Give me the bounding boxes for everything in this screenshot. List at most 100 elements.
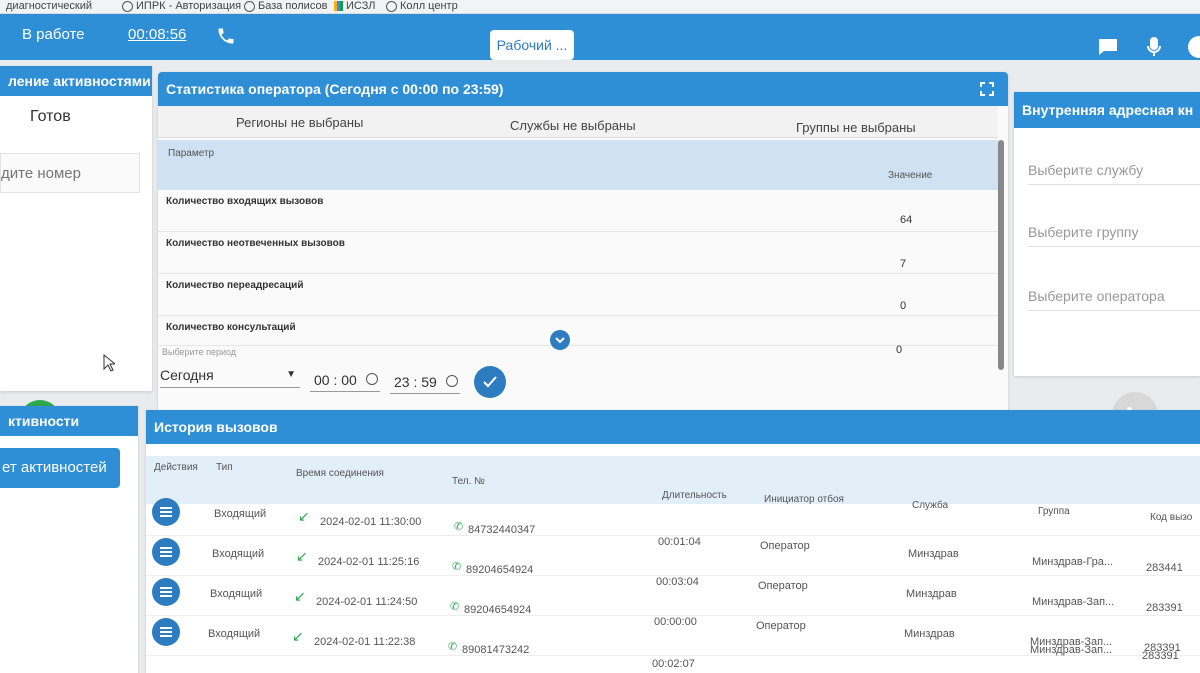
stat-name: Количество неотвеченных вызовов bbox=[166, 238, 345, 249]
address-book-panel: Внутренняя адресная кн Выберите службу В… bbox=[1014, 92, 1200, 376]
status-label[interactable]: В работе bbox=[22, 26, 85, 43]
checkmark-icon bbox=[483, 376, 497, 388]
call-group: Минздрав-Зап... bbox=[1030, 644, 1113, 656]
work-timer: 00:08:56 bbox=[128, 26, 187, 43]
work-mode-button[interactable]: Рабочий ... bbox=[490, 30, 574, 60]
chevron-down-icon[interactable] bbox=[550, 330, 570, 350]
bookmarks-bar: диагностический ИПРК - Авторизация База … bbox=[0, 0, 1200, 14]
bookmark-label: ИСЗЛ bbox=[346, 0, 376, 12]
param-header: Параметр bbox=[168, 148, 215, 159]
call-duration: 00:02:07 bbox=[652, 658, 695, 670]
time-from-field[interactable]: 00 : 00 bbox=[310, 368, 380, 392]
incoming-arrow-icon: ↙ bbox=[294, 588, 306, 604]
operator-stats-panel: Статистика оператора (Сегодня с 00:00 по… bbox=[158, 72, 1008, 442]
no-activities-button[interactable]: ет активностей bbox=[0, 448, 120, 488]
panel-title: ктивности bbox=[0, 406, 138, 436]
phone-number-input[interactable] bbox=[0, 153, 140, 193]
phone-icon[interactable] bbox=[216, 25, 236, 52]
bookmark-item[interactable]: База полисов bbox=[244, 0, 327, 12]
user-avatar-icon[interactable] bbox=[1188, 36, 1200, 58]
row-menu-button[interactable] bbox=[152, 618, 180, 646]
incoming-arrow-icon: ↙ bbox=[298, 508, 310, 524]
time-from-value: 00 : 00 bbox=[314, 372, 357, 388]
column-header: Действия bbox=[154, 462, 198, 473]
bookmark-item[interactable]: ИПРК - Авторизация bbox=[122, 0, 241, 12]
call-type: Входящий bbox=[212, 548, 265, 560]
table-row[interactable]: Входящий ↙ 2024-02-01 11:22:38 ✆ 8908147… bbox=[146, 614, 1200, 670]
bookmark-label: База полисов bbox=[258, 0, 328, 12]
menu-icon bbox=[160, 507, 172, 517]
activity-management-panel: ление активностями Готов bbox=[0, 66, 152, 442]
time-to-value: 23 : 59 bbox=[394, 374, 437, 390]
table-row[interactable]: Входящий ↙ 2024-02-01 11:30:00 ✆ 8473244… bbox=[146, 494, 1200, 574]
service-select[interactable]: Выберите службу bbox=[1028, 162, 1200, 185]
apply-period-button[interactable] bbox=[474, 366, 506, 398]
call-time: 2024-02-01 11:30:00 bbox=[320, 516, 422, 528]
phone-small-icon: ✆ bbox=[452, 561, 462, 573]
row-menu-button[interactable] bbox=[152, 498, 180, 526]
bookmark-label: диагностический bbox=[6, 0, 93, 12]
clock-icon bbox=[366, 373, 378, 385]
panel-title: Внутренняя адресная кн bbox=[1014, 92, 1200, 128]
mouse-cursor-icon bbox=[103, 353, 117, 377]
call-history-panel: История вызовов Действия Тип Время соеди… bbox=[146, 410, 1200, 673]
top-bar: В работе 00:08:56 Рабочий ... bbox=[0, 14, 1200, 60]
menu-icon bbox=[160, 627, 172, 637]
stat-value: 0 bbox=[896, 344, 903, 356]
expand-icon[interactable] bbox=[980, 82, 994, 101]
table-row[interactable]: Входящий ↙ 2024-02-01 11:24:50 ✆ 8920465… bbox=[146, 574, 1200, 654]
period-value: Сегодня bbox=[160, 367, 214, 383]
call-code: 283391 bbox=[1142, 650, 1179, 662]
activities-panel: ктивности ет активностей bbox=[0, 406, 138, 673]
services-filter[interactable]: Службы не выбраны bbox=[510, 118, 636, 133]
call-type: Входящий bbox=[214, 508, 267, 520]
phone-small-icon: ✆ bbox=[450, 601, 460, 613]
stat-name: Количество консультаций bbox=[166, 322, 296, 333]
period-select[interactable]: Сегодня ▼ bbox=[160, 362, 300, 388]
operator-select[interactable]: Выберите оператора bbox=[1028, 288, 1200, 311]
stat-name: Количество переадресаций bbox=[166, 280, 304, 291]
time-to-field[interactable]: 23 : 59 bbox=[390, 370, 460, 394]
dropdown-arrow-icon: ▼ bbox=[286, 369, 296, 380]
stat-row: Количество неотвеченных вызовов 7 bbox=[158, 232, 998, 274]
call-time: 2024-02-01 11:24:50 bbox=[316, 596, 418, 608]
stats-scrollbar[interactable] bbox=[998, 140, 1004, 370]
stats-table-header: Параметр Значение bbox=[158, 140, 998, 190]
call-type: Входящий bbox=[208, 628, 261, 640]
bookmark-item[interactable]: ИСЗЛ bbox=[334, 0, 375, 12]
clock-icon bbox=[446, 375, 458, 387]
incoming-arrow-icon: ↙ bbox=[296, 548, 308, 564]
menu-icon bbox=[160, 547, 172, 557]
call-time: 2024-02-01 11:22:38 bbox=[314, 636, 416, 648]
table-row[interactable]: Входящий ↙ 2024-02-01 11:25:16 ✆ 8920465… bbox=[146, 534, 1200, 614]
bars-icon bbox=[334, 1, 343, 11]
row-menu-button[interactable] bbox=[152, 578, 180, 606]
stats-filters: Регионы не выбраны Службы не выбраны Гру… bbox=[158, 106, 998, 138]
groups-filter[interactable]: Группы не выбраны bbox=[796, 120, 916, 135]
panel-title: Статистика оператора (Сегодня с 00:00 по… bbox=[158, 72, 1008, 106]
stat-name: Количество входящих вызовов bbox=[166, 196, 324, 207]
phone-small-icon: ✆ bbox=[454, 521, 464, 533]
stat-value: 64 bbox=[900, 214, 913, 226]
row-menu-button[interactable] bbox=[152, 538, 180, 566]
panel-title: ление активностями bbox=[0, 66, 152, 96]
globe-icon bbox=[244, 0, 255, 12]
period-label: Выберите период bbox=[162, 347, 237, 357]
call-type: Входящий bbox=[210, 588, 263, 600]
call-time: 2024-02-01 11:25:16 bbox=[318, 556, 420, 568]
bookmark-item[interactable]: диагностический bbox=[6, 0, 92, 12]
incoming-arrow-icon: ↙ bbox=[292, 628, 304, 644]
stat-value: 7 bbox=[900, 258, 907, 270]
call-phone[interactable]: 89081473242 bbox=[462, 644, 529, 656]
bookmark-label: ИПРК - Авторизация bbox=[136, 0, 242, 12]
chat-icon[interactable] bbox=[1098, 38, 1118, 61]
group-select[interactable]: Выберите группу bbox=[1028, 224, 1200, 247]
regions-filter[interactable]: Регионы не выбраны bbox=[236, 115, 363, 130]
bookmark-item[interactable]: Колл центр bbox=[386, 0, 458, 12]
stat-row: Количество переадресаций 0 bbox=[158, 274, 998, 316]
globe-icon bbox=[386, 0, 397, 12]
column-header: Время соединения bbox=[296, 468, 384, 479]
microphone-icon[interactable] bbox=[1146, 36, 1162, 63]
value-header: Значение bbox=[888, 170, 933, 181]
ready-status[interactable]: Готов bbox=[30, 108, 71, 126]
